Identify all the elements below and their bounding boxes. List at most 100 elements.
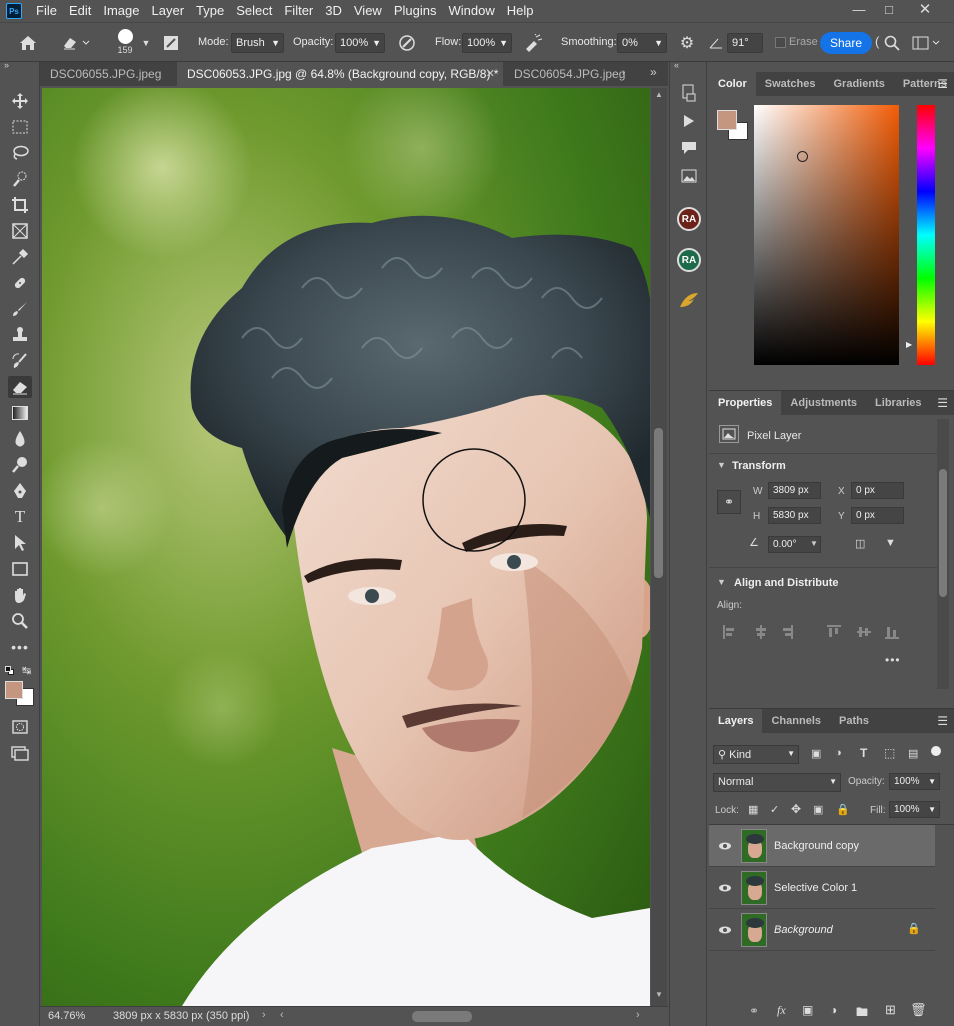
more-tools-icon[interactable]: ••• — [8, 636, 32, 658]
hue-slider[interactable] — [917, 105, 935, 365]
mode-select[interactable]: Brush ▼ — [231, 33, 284, 53]
zoom-level[interactable]: 64.76% — [48, 1010, 85, 1022]
panel-menu-icon[interactable]: ☰ — [937, 396, 948, 410]
menu-plugins[interactable]: Plugins — [388, 0, 443, 22]
lasso-tool-icon[interactable] — [8, 142, 32, 164]
eraser-tool-preset-icon[interactable] — [58, 32, 94, 54]
layer-row-background[interactable]: Background 🔒 — [709, 909, 935, 951]
menu-filter[interactable]: Filter — [278, 0, 319, 22]
align-left-icon[interactable] — [723, 625, 735, 639]
tab-libraries[interactable]: Libraries — [866, 391, 930, 415]
default-colors-icon[interactable] — [5, 666, 14, 675]
image-panel-icon[interactable] — [678, 165, 700, 187]
menu-layer[interactable]: Layer — [146, 0, 191, 22]
feather-plugin-icon[interactable] — [677, 288, 701, 312]
hue-slider-handle[interactable]: ▶ — [906, 340, 912, 349]
filter-adjustment-icon[interactable]: ◑ — [835, 747, 842, 759]
eraser-tool-icon[interactable] — [8, 376, 32, 398]
airbrush-icon[interactable] — [522, 32, 544, 54]
align-collapse-icon[interactable]: ▼ — [717, 577, 726, 587]
canvas-vertical-scrollbar[interactable]: ▲ ▼ — [651, 88, 667, 1006]
layer-name[interactable]: Background — [774, 924, 833, 936]
lock-position-icon[interactable]: ✥ — [791, 802, 801, 816]
saturation-brightness-field[interactable] — [754, 105, 899, 365]
layer-style-icon[interactable]: fx — [777, 1003, 786, 1018]
menu-image[interactable]: Image — [97, 0, 145, 22]
document-canvas[interactable] — [42, 88, 650, 1006]
lock-transparency-icon[interactable]: ▦ — [748, 803, 758, 816]
search-icon[interactable] — [881, 32, 903, 54]
layer-name[interactable]: Background copy — [774, 840, 859, 852]
link-layers-icon[interactable]: ⚭ — [749, 1004, 759, 1018]
transform-collapse-icon[interactable]: ▼ — [717, 460, 726, 470]
screen-mode-icon[interactable] — [8, 742, 32, 764]
brush-tool-icon[interactable] — [8, 298, 32, 320]
tab-swatches[interactable]: Swatches — [756, 72, 825, 96]
menu-file[interactable]: File — [30, 0, 63, 22]
eyedropper-tool-icon[interactable] — [8, 246, 32, 268]
menu-edit[interactable]: Edit — [63, 0, 97, 22]
minimize-button[interactable]: — — [844, 0, 874, 18]
smoothing-gear-icon[interactable]: ⚙ — [676, 32, 698, 54]
move-tool-icon[interactable] — [8, 90, 32, 112]
layer-filter-kind[interactable]: ⚲ Kind ▼ — [713, 745, 799, 764]
menu-type[interactable]: Type — [190, 0, 230, 22]
new-layer-icon[interactable]: ⊞ — [885, 1002, 896, 1018]
maximize-button[interactable]: □ — [874, 0, 904, 18]
link-dimensions-icon[interactable]: ⚭ — [717, 490, 741, 514]
flip-horizontal-icon[interactable]: ◫ — [855, 537, 865, 550]
blur-tool-icon[interactable] — [8, 428, 32, 450]
clone-stamp-tool-icon[interactable] — [8, 324, 32, 346]
height-field[interactable]: 5830 px — [768, 507, 821, 524]
tab-dsc06055[interactable]: DSC06055.JPG.jpeg — [40, 62, 176, 86]
tab-adjustments[interactable]: Adjustments — [781, 391, 866, 415]
tab-gradients[interactable]: Gradients — [824, 72, 893, 96]
blend-mode-select[interactable]: Normal ▼ — [713, 773, 841, 792]
home-icon[interactable] — [16, 32, 40, 54]
tab-color[interactable]: Color — [709, 72, 756, 96]
layer-name[interactable]: Selective Color 1 — [774, 882, 857, 894]
scroll-left-icon[interactable]: ‹ — [280, 1009, 284, 1021]
layer-row-background-copy[interactable]: Background copy — [709, 825, 935, 867]
menu-help[interactable]: Help — [501, 0, 540, 22]
scroll-right-icon[interactable]: › — [636, 1009, 640, 1021]
brush-preset-dropdown[interactable]: ▼ — [139, 33, 153, 53]
type-tool-icon[interactable]: T — [8, 506, 32, 528]
new-adjustment-layer-icon[interactable]: ◑ — [830, 1003, 837, 1017]
filter-pixel-icon[interactable]: ▣ — [811, 747, 821, 760]
share-button[interactable]: Share — [820, 32, 872, 54]
vertical-scroll-thumb[interactable] — [654, 428, 663, 578]
marquee-tool-icon[interactable] — [8, 116, 32, 138]
foreground-color-chip[interactable] — [717, 110, 737, 130]
frame-tool-icon[interactable] — [8, 220, 32, 242]
layer-row-selective-color[interactable]: Selective Color 1 — [709, 867, 935, 909]
foreground-color-swatch[interactable] — [5, 681, 23, 699]
width-field[interactable]: 3809 px — [768, 482, 821, 499]
status-menu-icon[interactable]: › — [262, 1009, 266, 1021]
ra-plugin-icon[interactable]: RA — [677, 207, 701, 231]
close-tab-icon[interactable]: ✕ — [486, 62, 495, 86]
erase-history-checkbox[interactable] — [775, 37, 786, 48]
visibility-eye-icon[interactable] — [718, 839, 732, 853]
actions-play-icon[interactable] — [678, 110, 700, 132]
quick-selection-tool-icon[interactable] — [8, 168, 32, 190]
healing-brush-tool-icon[interactable] — [8, 272, 32, 294]
horizontal-scroll-thumb[interactable] — [412, 1011, 472, 1022]
swap-colors-icon[interactable]: ↹ — [22, 664, 31, 677]
layer-opacity-field[interactable]: 100% ▼ — [889, 773, 940, 790]
gradient-tool-icon[interactable] — [8, 402, 32, 424]
brush-settings-icon[interactable] — [160, 32, 182, 54]
flip-vertical-icon[interactable]: ▼ — [885, 537, 896, 549]
menu-3d[interactable]: 3D — [319, 0, 348, 22]
tab-layers[interactable]: Layers — [709, 709, 763, 733]
align-horizontal-center-icon[interactable] — [753, 625, 766, 639]
crop-tool-icon[interactable] — [8, 194, 32, 216]
close-button[interactable]: ✕ — [910, 0, 940, 18]
comments-icon[interactable] — [678, 137, 700, 159]
pen-tool-icon[interactable] — [8, 480, 32, 502]
align-bottom-icon[interactable] — [885, 625, 899, 639]
tab-overflow-icon[interactable]: » — [650, 65, 657, 79]
tab-dsc06053[interactable]: DSC06053.JPG.jpg @ 64.8% (Background cop… — [177, 62, 503, 86]
hand-tool-icon[interactable] — [8, 584, 32, 606]
filter-toggle-icon[interactable] — [931, 746, 941, 756]
